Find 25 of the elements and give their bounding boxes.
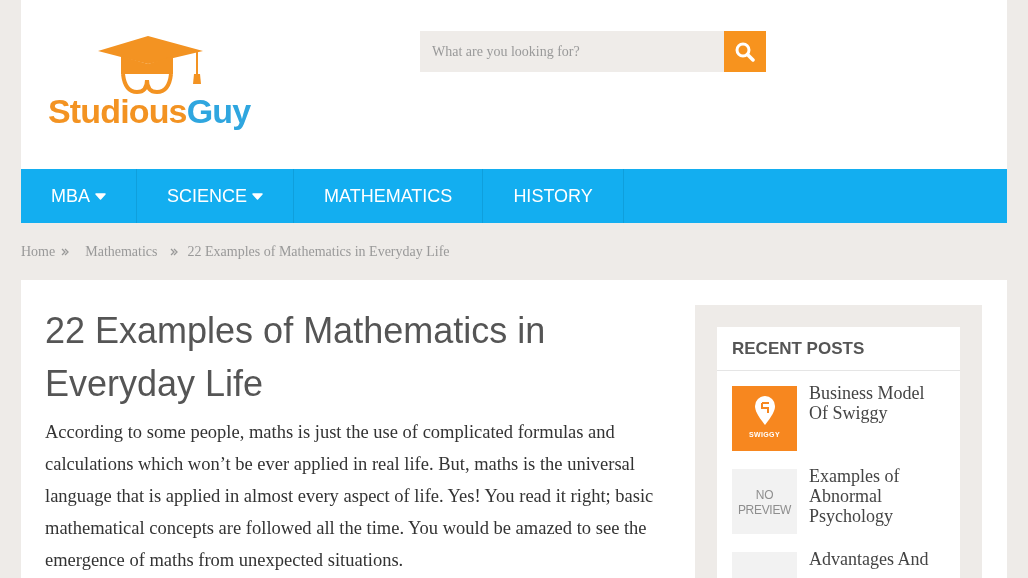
caret-icon — [95, 192, 106, 200]
nav-link[interactable]: MBA — [21, 169, 137, 223]
article-paragraph: According to some people, maths is just the use of complicated formulas and calculations which won’t be ever applied in real life. But, maths is the universal language that is applied in almost every aspect of life. Yes! You read it right; basic mathematical concepts are followed all the time. You would be amazed to see the emergence of maths from unexpected situations. — [45, 421, 655, 572]
chevron-icon — [61, 247, 70, 256]
search-button[interactable] — [724, 31, 766, 72]
nav-link[interactable]: SCIENCE — [137, 169, 295, 223]
pin-icon — [753, 396, 776, 427]
chevron-icon — [169, 247, 178, 256]
logo-text: Studious — [48, 94, 187, 128]
search-field[interactable]: What are you looking for? — [420, 31, 724, 72]
post-thumbnail[interactable]: NO PREVIEW — [732, 469, 797, 534]
post-title-link[interactable]: Business Model Of Swiggy — [809, 383, 945, 451]
post-title-link[interactable]: Advantages And — [809, 549, 929, 578]
breadcrumb-link[interactable]: Mathematics — [85, 241, 158, 262]
breadcrumb-current: 22 Examples of Mathematics in Everyday Life — [187, 243, 450, 261]
nav-link[interactable]: HISTORY — [483, 169, 624, 223]
breadcrumb-link[interactable]: Home — [21, 241, 56, 262]
logo-text: Guy — [186, 94, 251, 128]
search-icon — [735, 41, 755, 62]
caret-icon — [252, 192, 264, 200]
no-preview-label: NO PREVIEW — [737, 486, 792, 517]
widget-heading: RECENT POSTS — [732, 337, 865, 360]
article-title: 22 Examples of Mathematics in Everyday Life — [45, 309, 547, 406]
post-title-link[interactable]: Examples of Abnormal Psychology — [809, 466, 945, 534]
nav-link[interactable]: MATHEMATICS — [294, 169, 484, 223]
